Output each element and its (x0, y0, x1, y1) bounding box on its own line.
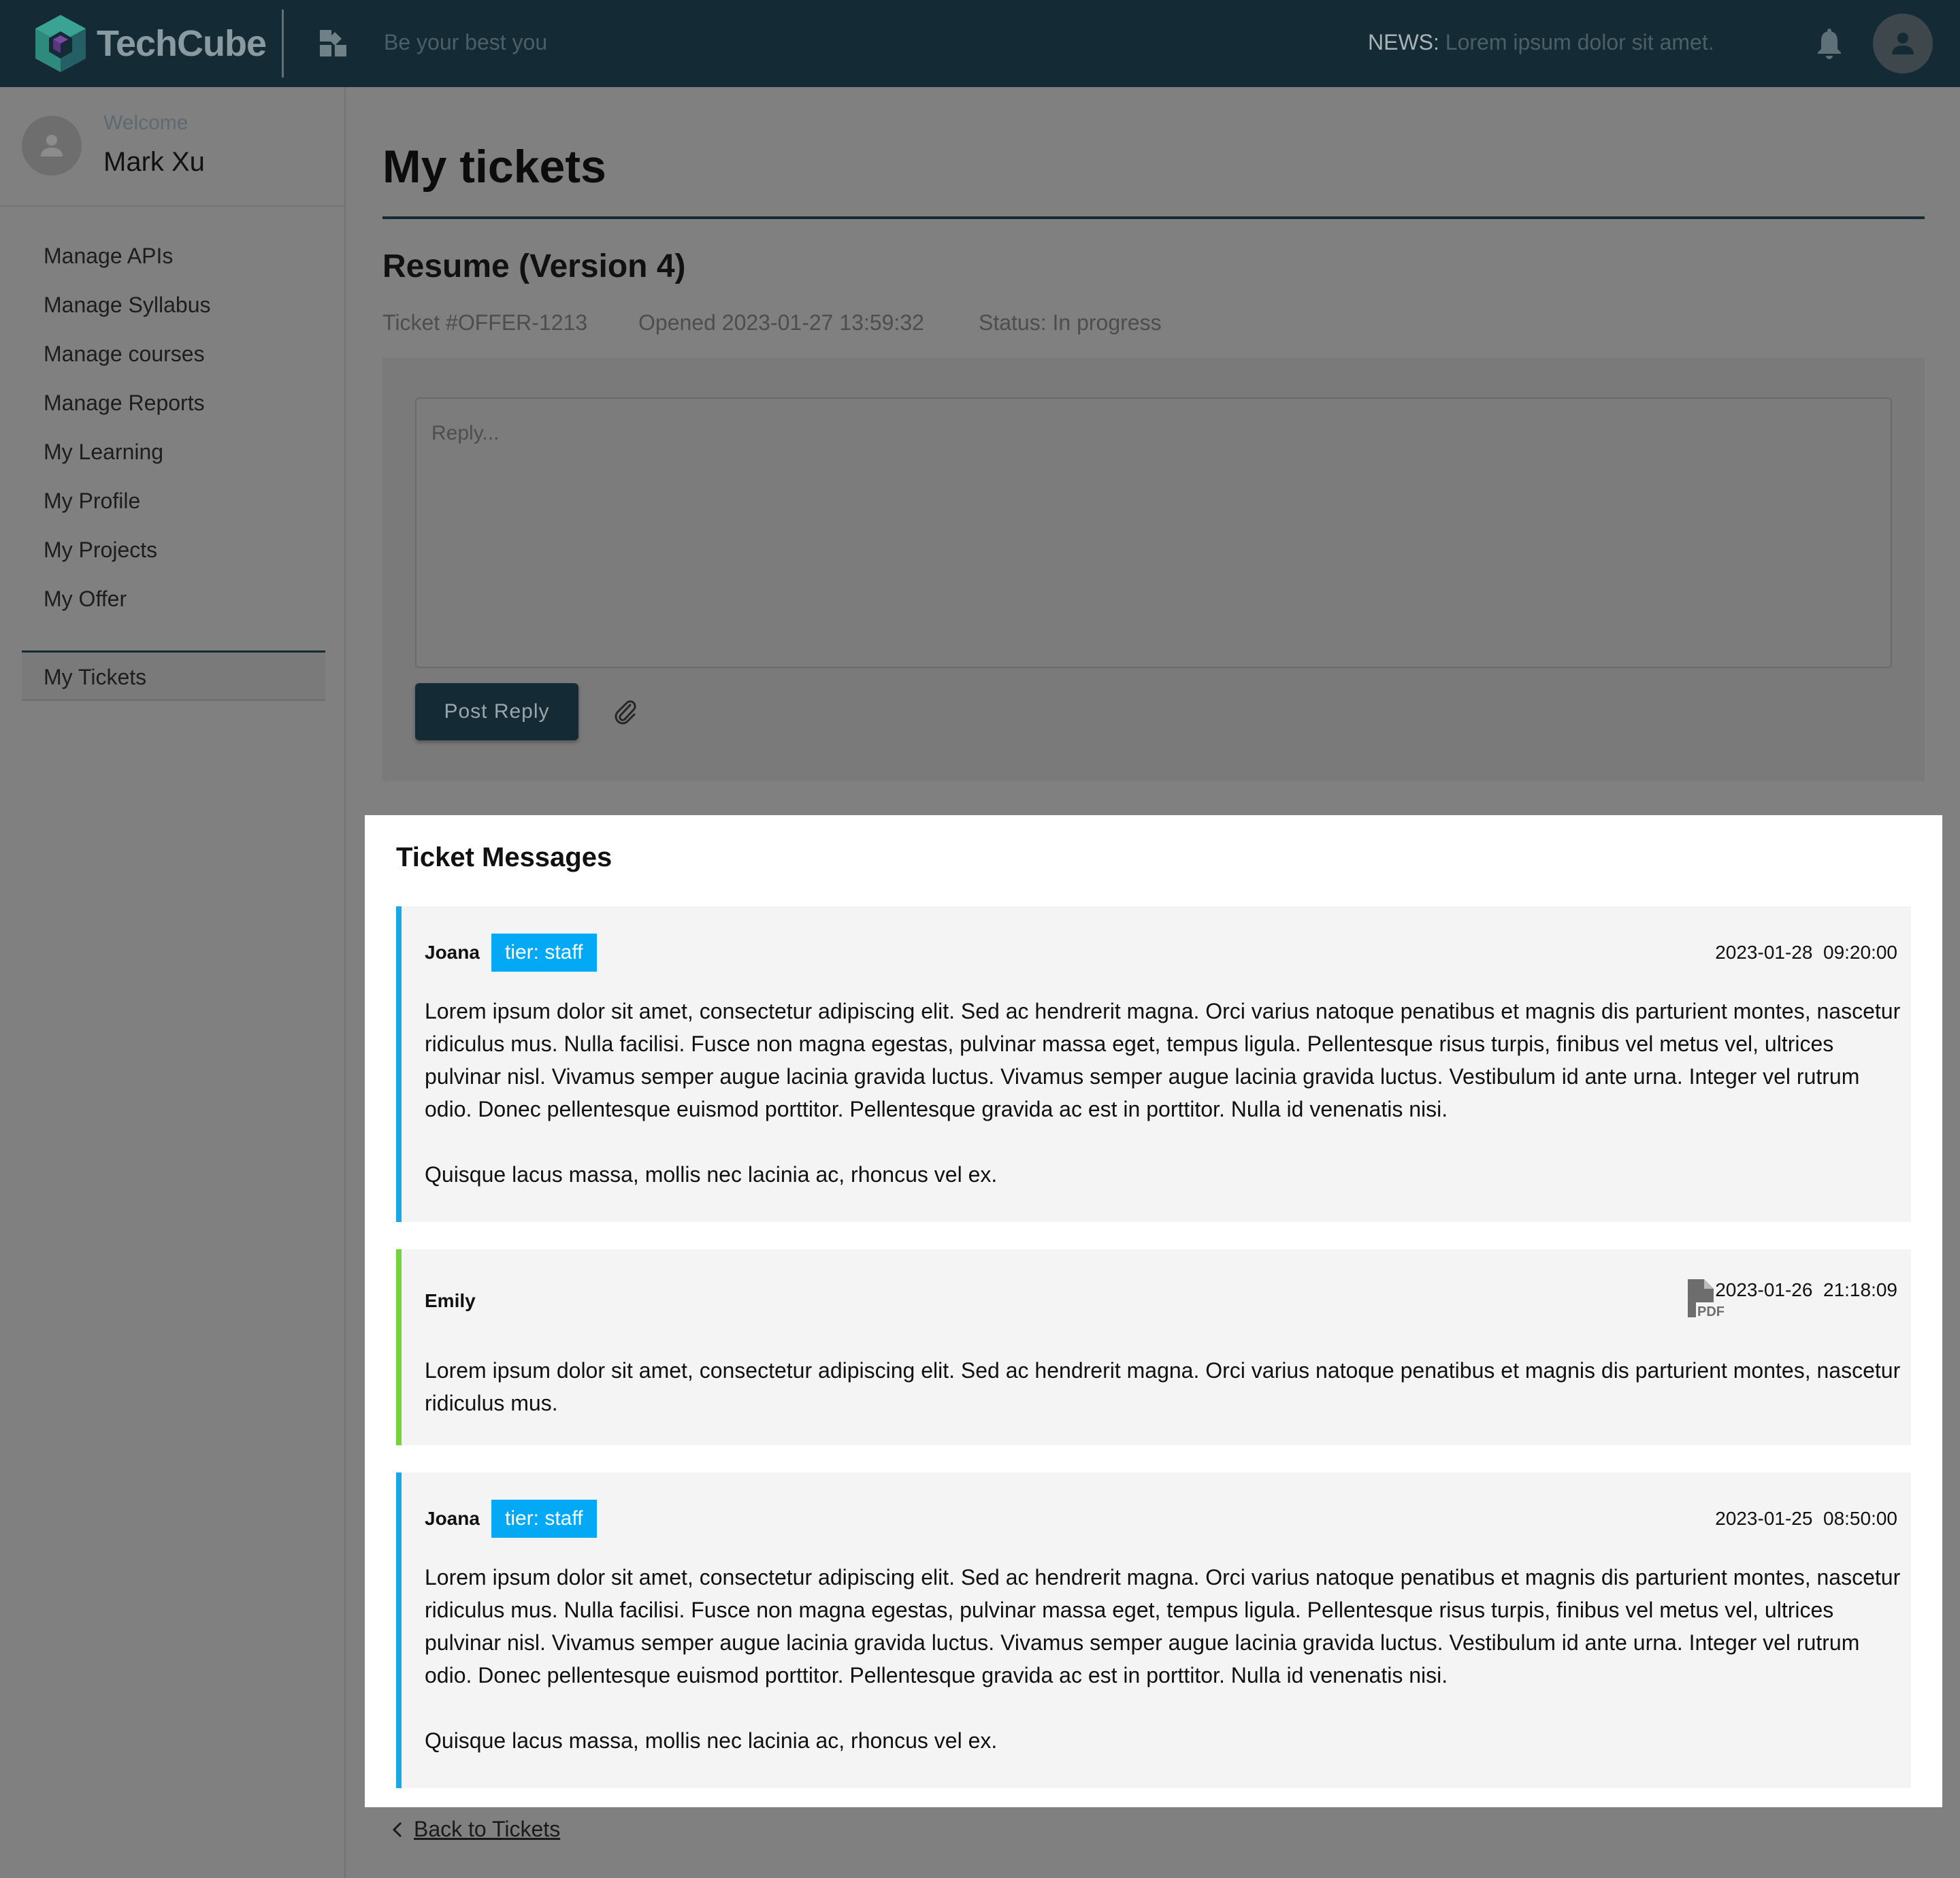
post-reply-button[interactable]: Post Reply (415, 683, 578, 740)
brand-name: TechCube (97, 23, 267, 64)
ticket-messages-panel: Ticket Messages Joana tier: staff 2023-0… (365, 815, 1942, 1807)
sidebar-nav: Manage APIs Manage Syllabus Manage cours… (44, 241, 210, 633)
top-bar: TechCube Be your best you NEWS: Lorem ip… (0, 0, 1960, 87)
news-label: NEWS: (1368, 30, 1439, 54)
sidebar-item-manage-apis[interactable]: Manage APIs (44, 241, 210, 290)
message-body: Lorem ipsum dolor sit amet, consectetur … (425, 995, 1908, 1191)
ticket-opened-date: Opened 2023-01-27 13:59:32 (638, 310, 924, 335)
cube-logo-icon (35, 15, 86, 72)
message-item: Emily PDF 2023-01-26 21:18:09 Lorem ipsu… (396, 1249, 1911, 1445)
page-title: My tickets (382, 141, 606, 193)
sidebar-item-manage-reports[interactable]: Manage Reports (44, 388, 210, 437)
tier-badge: tier: staff (491, 934, 597, 972)
paperclip-icon[interactable] (610, 697, 640, 727)
back-to-tickets[interactable]: Back to Tickets (391, 1817, 560, 1842)
tagline: Be your best you (384, 30, 548, 54)
ticket-number: Ticket #OFFER-1213 (382, 310, 588, 335)
message-paragraph: Quisque lacus massa, mollis nec lacinia … (425, 1728, 998, 1753)
brand-logo[interactable]: TechCube (33, 12, 267, 75)
message-date: 2023-01-25 08:50:00 (1715, 1508, 1897, 1529)
sidebar-item-manage-syllabus[interactable]: Manage Syllabus (44, 290, 210, 339)
person-icon (41, 135, 63, 156)
sidebar-item-my-offer[interactable]: My Offer (44, 584, 210, 633)
person-icon (1892, 33, 1914, 54)
message-paragraph: Lorem ipsum dolor sit amet, consectetur … (425, 999, 1901, 1121)
news-text: Lorem ipsum dolor sit amet. (1445, 30, 1714, 54)
message-item: Joana tier: staff 2023-01-25 08:50:00 Lo… (396, 1472, 1911, 1788)
header-divider (282, 10, 284, 78)
message-paragraph: Lorem ipsum dolor sit amet, consectetur … (425, 1358, 1901, 1415)
sidebar: Welcome Mark Xu Manage APIs Manage Sylla… (0, 87, 346, 1878)
avatar[interactable] (22, 116, 82, 176)
sidebar-item-my-learning[interactable]: My Learning (44, 437, 210, 486)
message-date: 2023-01-28 09:20:00 (1715, 942, 1897, 963)
messages-title: Ticket Messages (396, 842, 612, 872)
message-paragraph: Quisque lacus massa, mollis nec lacinia … (425, 1162, 998, 1187)
message-author: Joana (425, 1508, 480, 1529)
sidebar-item-manage-courses[interactable]: Manage courses (44, 339, 210, 388)
sidebar-item-my-tickets[interactable]: My Tickets (22, 650, 325, 701)
message-author: Joana (425, 942, 480, 963)
sidebar-item-my-projects[interactable]: My Projects (44, 535, 210, 584)
title-divider (382, 216, 1925, 219)
notification-bell-icon[interactable] (1814, 27, 1844, 60)
back-to-tickets-link[interactable]: Back to Tickets (414, 1817, 560, 1842)
ticket-status: Status: In progress (979, 310, 1162, 335)
message-date: 2023-01-26 21:18:09 (1715, 1279, 1897, 1300)
message-item: Joana tier: staff 2023-01-28 09:20:00 Lo… (396, 906, 1911, 1222)
reply-panel: Post Reply (382, 358, 1925, 781)
user-avatar-button[interactable] (1873, 14, 1933, 73)
welcome-label: Welcome (103, 112, 189, 134)
news-ticker[interactable]: NEWS: Lorem ipsum dolor sit amet. (1368, 30, 1714, 55)
message-body: Lorem ipsum dolor sit amet, consectetur … (425, 1561, 1908, 1757)
ticket-title: Resume (Version 4) (382, 248, 686, 284)
chevron-left-icon (392, 1822, 402, 1837)
message-body: Lorem ipsum dolor sit amet, consectetur … (425, 1354, 1908, 1419)
svg-text:PDF: PDF (1697, 1304, 1725, 1319)
dashboard-icon[interactable] (318, 29, 348, 59)
sidebar-item-my-profile[interactable]: My Profile (44, 486, 210, 535)
welcome-panel: Welcome Mark Xu (0, 87, 346, 207)
reply-input[interactable] (415, 397, 1892, 668)
message-paragraph: Lorem ipsum dolor sit amet, consectetur … (425, 1565, 1901, 1687)
message-author: Emily (425, 1290, 476, 1311)
tier-badge: tier: staff (491, 1500, 597, 1538)
user-name: Mark Xu (103, 147, 205, 177)
